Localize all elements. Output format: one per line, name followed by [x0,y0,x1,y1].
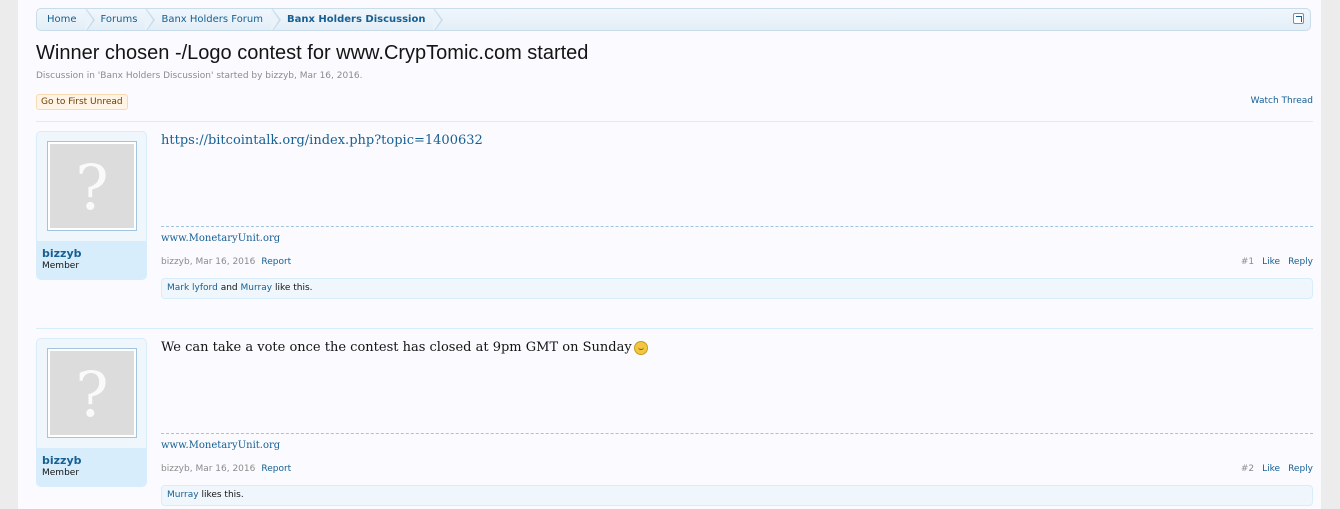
report-link[interactable]: Report [261,464,291,474]
avatar[interactable]: ? [47,348,137,438]
report-link[interactable]: Report [261,257,291,267]
divider [36,328,1313,329]
post-controls: #1 Like Reply [1241,257,1313,267]
smile-icon [633,340,648,355]
forum-page: Home Forums Banx Holders Forum Banx Hold… [18,0,1321,509]
breadcrumb-banx-holders-discussion[interactable]: Banx Holders Discussion [277,9,444,30]
breadcrumb-home[interactable]: Home [37,9,95,30]
liker-link[interactable]: Murray [167,490,199,500]
signature-divider [161,226,1313,227]
like-button[interactable]: Like [1262,257,1280,267]
post-author[interactable]: bizzyb [161,464,190,474]
jump-to-icon[interactable] [1293,13,1304,24]
thread-title: Winner chosen -/Logo contest for www.Cry… [36,42,589,64]
forum-link[interactable]: Banx Holders Discussion [100,71,211,81]
default-avatar-question-mark: ? [75,151,109,224]
watch-thread-link[interactable]: Watch Thread [1251,96,1313,106]
post-meta: bizzyb, Mar 16, 2016 Report [161,464,292,474]
go-to-first-unread-button[interactable]: Go to First Unread [36,94,128,110]
likes-suffix: like this. [274,283,313,293]
breadcrumb-banx-holders-forum[interactable]: Banx Holders Forum [151,9,281,30]
post-date[interactable]: Mar 16, 2016 [195,257,255,267]
post-controls: #2 Like Reply [1241,464,1313,474]
post-number[interactable]: #2 [1241,464,1254,474]
user-box: ? bizzyb Member [36,338,147,487]
user-title: Member [42,468,80,478]
likes-summary: Mark lyford and Murray like this. [161,278,1313,299]
post-message: We can take a vote once the contest has … [161,340,1313,355]
thread-description: Discussion in 'Banx Holders Discussion' … [36,71,363,81]
username-link[interactable]: bizzyb [42,247,141,260]
post-meta: bizzyb, Mar 16, 2016 Report [161,257,292,267]
post-date[interactable]: Mar 16, 2016 [195,464,255,474]
likes-suffix: likes this. [201,490,244,500]
default-avatar-question-mark: ? [75,358,109,431]
reply-button[interactable]: Reply [1288,257,1313,267]
signature-divider [161,433,1313,434]
post-author[interactable]: bizzyb [161,257,190,267]
author-link[interactable]: bizzyb [265,71,294,81]
reply-button[interactable]: Reply [1288,464,1313,474]
breadcrumb-forums[interactable]: Forums [91,9,156,30]
post-number[interactable]: #1 [1241,257,1254,267]
liker-link[interactable]: Mark lyford [167,283,218,293]
likes-summary: Murray likes this. [161,485,1313,506]
post-link[interactable]: https://bitcointalk.org/index.php?topic=… [161,133,483,148]
likes-joiner: and [220,283,238,293]
username-link[interactable]: bizzyb [42,454,141,467]
avatar[interactable]: ? [47,141,137,231]
post-message: https://bitcointalk.org/index.php?topic=… [161,133,1313,148]
divider [36,121,1313,122]
page-scrollbar[interactable] [1321,0,1340,509]
user-title: Member [42,261,80,271]
like-button[interactable]: Like [1262,464,1280,474]
liker-link[interactable]: Murray [241,283,273,293]
post-text: We can take a vote once the contest has … [161,340,632,355]
signature-link[interactable]: www.MonetaryUnit.org [161,233,280,244]
breadcrumb: Home Forums Banx Holders Forum Banx Hold… [36,8,1311,31]
user-box: ? bizzyb Member [36,131,147,280]
signature-link[interactable]: www.MonetaryUnit.org [161,440,280,451]
